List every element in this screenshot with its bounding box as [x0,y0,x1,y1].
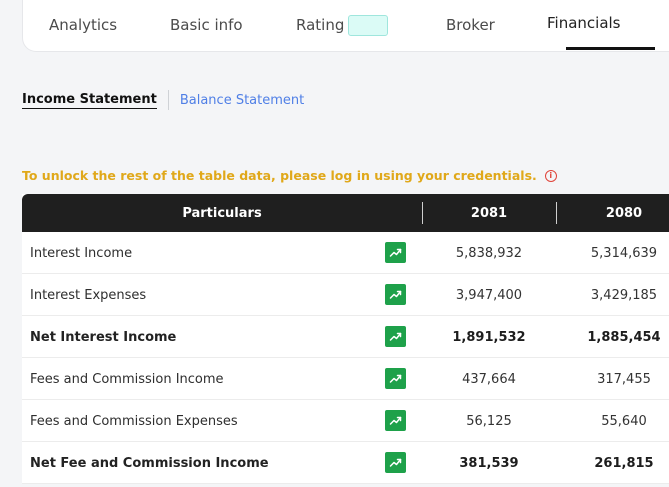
value-2080: 55,640 [601,413,647,429]
table-row: Fees and Commission Expenses 56,125 55,640 [22,400,669,442]
info-icon[interactable]: i [544,169,557,182]
header-2080: 2080 [605,205,643,221]
statement-subtabs: Income Statement Balance Statement [22,90,304,110]
table-row: Net Fee and Commission Income 381,539 261,… [22,442,669,484]
row-label: Interest Expenses [30,287,147,303]
subtab-divider [167,90,169,110]
header-2081: 2081 [470,205,508,221]
table-row: Net Interest Income 1,891,532 1,885,454 [22,316,669,358]
value-2080: 317,455 [597,371,651,387]
header-particulars: Particulars [182,205,262,221]
active-tab-indicator [566,47,655,50]
subtab-income-statement[interactable]: Income Statement [22,92,157,109]
row-label: Fees and Commission Income [30,371,224,387]
tab-broker[interactable]: Broker [446,0,495,50]
tab-analytics[interactable]: Analytics [49,0,117,50]
tab-financials[interactable]: Financials [547,0,621,48]
tab-label: Basic info [170,16,243,34]
trend-chart-icon[interactable] [385,368,406,389]
value-2080: 3,429,185 [590,287,658,303]
subtab-balance-statement[interactable]: Balance Statement [180,93,304,108]
value-2081: 1,891,532 [452,329,526,345]
value-2080: 1,885,454 [587,329,661,345]
trend-chart-icon[interactable] [385,242,406,263]
value-2081: 56,125 [466,413,512,429]
value-2080: 5,314,639 [590,245,658,261]
tab-label: Rating [296,16,345,34]
row-label: Interest Income [30,245,133,261]
tab-label: Broker [446,16,495,34]
top-tabs-bar: Analytics Basic info Rating Broker Finan… [22,0,669,52]
value-2081: 5,838,932 [455,245,523,261]
row-label: Net Interest Income [30,329,177,345]
value-2081: 437,664 [462,371,516,387]
login-notice: To unlock the rest of the table data, pl… [22,168,557,183]
row-label: Net Fee and Commission Income [30,455,269,471]
login-notice-text: To unlock the rest of the table data, pl… [22,168,537,183]
table-row: Fees and Commission Income 437,664 317,455 [22,358,669,400]
table-header: Particulars 2081 2080 [22,194,669,232]
tab-label: Financials [547,14,621,32]
value-2081: 3,947,400 [455,287,523,303]
trend-chart-icon[interactable] [385,452,406,473]
value-2080: 261,815 [594,455,654,471]
tab-label: Analytics [49,16,118,34]
value-2081: 381,539 [459,455,519,471]
rating-badge [348,14,389,36]
table-row: Interest Expenses 3,947,400 3,429,185 [22,274,669,316]
tab-basic-info[interactable]: Basic info [170,0,243,50]
income-statement-table: Particulars 2081 2080 Interest Income 5,8… [22,194,669,484]
tab-rating[interactable]: Rating [296,0,389,50]
table-row: Interest Income 5,838,932 5,314,639 [22,232,669,274]
trend-chart-icon[interactable] [385,284,406,305]
trend-chart-icon[interactable] [385,410,406,431]
table-body: Interest Income 5,838,932 5,314,639 Interes… [22,232,669,484]
trend-chart-icon[interactable] [385,326,406,347]
row-label: Fees and Commission Expenses [30,413,238,429]
